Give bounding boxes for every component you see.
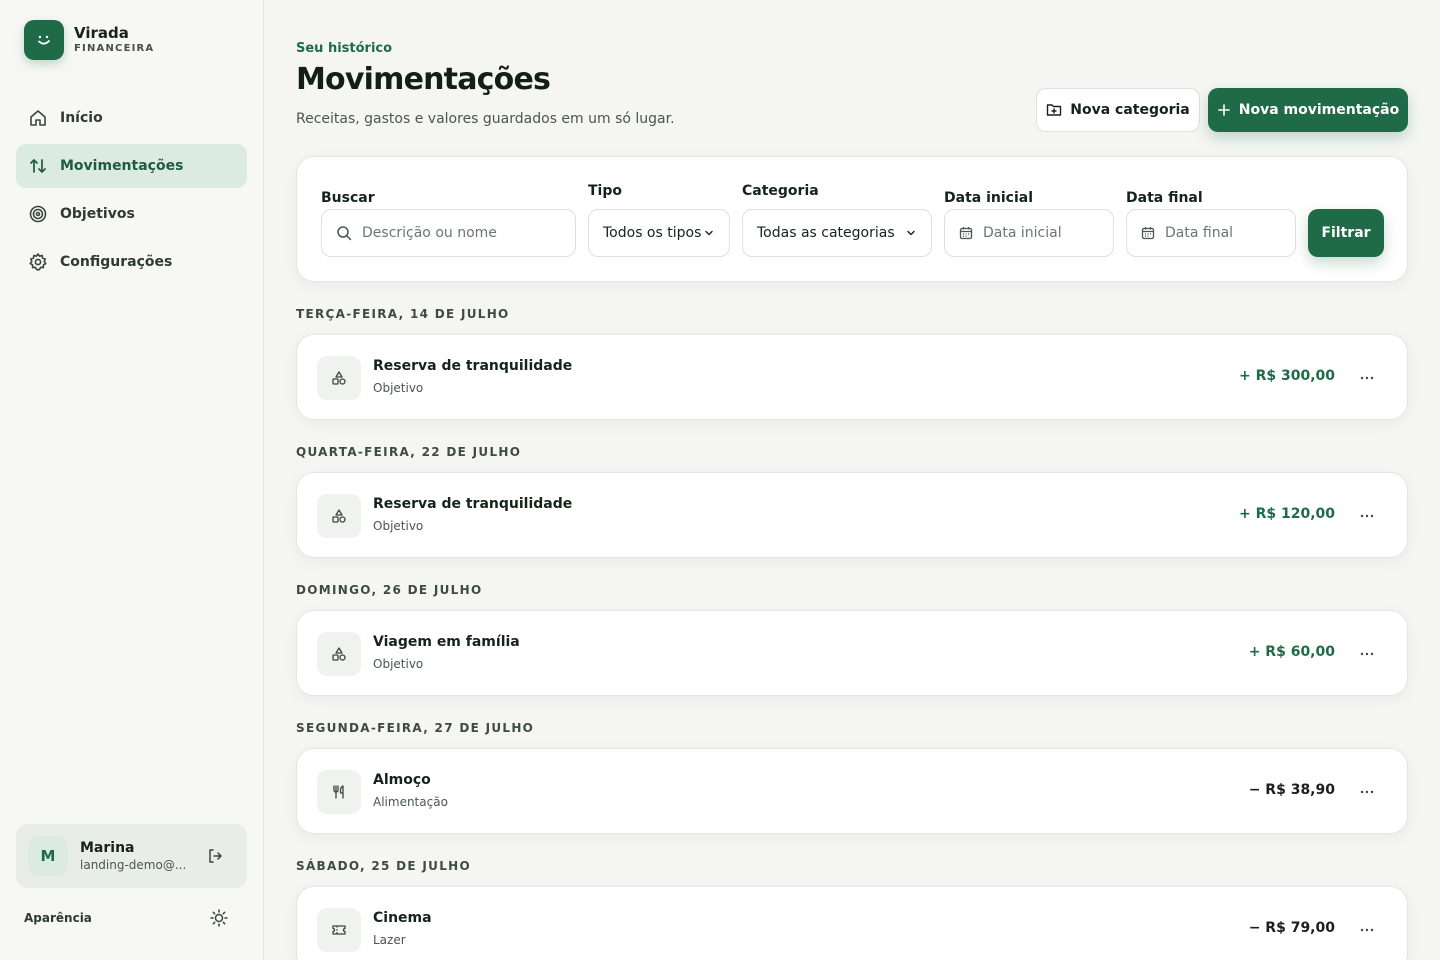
transaction-title: Viagem em família [373, 634, 520, 650]
plus-icon [1217, 103, 1231, 117]
transaction-category: Lazer [373, 933, 406, 947]
search-input[interactable]: Descrição ou nome [321, 209, 576, 257]
transaction-category: Objetivo [373, 519, 424, 533]
type-select[interactable]: Todos os tipos [588, 209, 730, 257]
brand-subtitle: FINANCEIRA [74, 43, 155, 54]
chevron-down-icon [905, 227, 917, 239]
sidebar-item-configuracoes[interactable]: Configurações [16, 240, 247, 284]
sidebar-item-movimentacoes[interactable]: Movimentações [16, 144, 247, 188]
date-heading: Segunda-feira, 27 de julho [296, 721, 535, 735]
more-horizontal-icon[interactable] [1355, 366, 1379, 390]
sun-icon[interactable] [207, 906, 231, 930]
transaction-group: Segunda-feira, 27 de julho Almoço Alimen… [296, 718, 1408, 856]
new-transaction-button[interactable]: Nova movimentação [1208, 88, 1408, 132]
sidebar: Virada FINANCEIRA Início Movimentações O… [0, 0, 264, 960]
more-horizontal-icon[interactable] [1355, 918, 1379, 942]
start-date-input[interactable]: Data inicial [944, 209, 1114, 257]
sidebar-item-label: Movimentações [60, 158, 184, 174]
page-title: Movimentações [296, 62, 551, 97]
transaction-title: Cinema [373, 910, 432, 926]
chevron-down-icon [703, 227, 715, 239]
main-content: Seu histórico Movimentações Receitas, ga… [296, 0, 1408, 960]
transaction-card[interactable]: Almoço Alimentação − R$ 38,90 [296, 748, 1408, 834]
type-value: Todos os tipos [603, 225, 702, 241]
folder-plus-icon [1046, 102, 1062, 118]
sidebar-item-inicio[interactable]: Início [16, 96, 247, 140]
date-heading: Domingo, 26 de julho [296, 583, 483, 597]
type-label: Tipo [588, 183, 622, 199]
transaction-category: Alimentação [373, 795, 448, 809]
user-email: landing-demo@... [80, 858, 187, 872]
category-label: Categoria [742, 183, 819, 199]
brand-name: Virada [74, 24, 129, 42]
transaction-card[interactable]: Reserva de tranquilidade Objetivo + R$ 3… [296, 334, 1408, 420]
smile-face-icon [24, 20, 64, 60]
user-card: M Marina landing-demo@... [16, 824, 247, 888]
more-horizontal-icon[interactable] [1355, 642, 1379, 666]
new-transaction-label: Nova movimentação [1238, 102, 1400, 118]
transaction-category: Objetivo [373, 381, 424, 395]
transaction-card[interactable]: Viagem em família Objetivo + R$ 60,00 [296, 610, 1408, 696]
sidebar-item-objetivos[interactable]: Objetivos [16, 192, 247, 236]
new-category-label: Nova categoria [1070, 102, 1190, 118]
category-value: Todas as categorias [757, 225, 895, 241]
user-name: Marina [80, 840, 135, 856]
end-date-input[interactable]: Data final [1126, 209, 1296, 257]
page-eyebrow: Seu histórico [296, 41, 393, 56]
date-heading: Quarta-feira, 22 de julho [296, 445, 522, 459]
new-category-button[interactable]: Nova categoria [1036, 88, 1200, 132]
transaction-groups: Terça-feira, 14 de julho Reserva de tran… [296, 304, 1408, 960]
transaction-card[interactable]: Cinema Lazer − R$ 79,00 [296, 886, 1408, 960]
transaction-group: Terça-feira, 14 de julho Reserva de tran… [296, 304, 1408, 442]
avatar: M [28, 836, 68, 876]
target-icon [28, 204, 48, 224]
page-subtitle: Receitas, gastos e valores guardados em … [296, 111, 675, 127]
date-heading: Sábado, 25 de julho [296, 859, 472, 873]
home-icon [28, 108, 48, 128]
end-date-label: Data final [1126, 190, 1203, 206]
calendar-icon [1141, 226, 1155, 240]
appearance-row: Aparência [24, 906, 231, 930]
start-date-label: Data inicial [944, 190, 1033, 206]
appearance-label: Aparência [24, 911, 92, 925]
gear-icon [28, 252, 48, 272]
shapes-icon [317, 494, 361, 538]
date-heading: Terça-feira, 14 de julho [296, 307, 510, 321]
transaction-title: Reserva de tranquilidade [373, 496, 573, 512]
filter-card: Buscar Descrição ou nome Tipo Todos os t… [296, 156, 1408, 282]
end-date-placeholder: Data final [1165, 225, 1234, 241]
shapes-icon [317, 356, 361, 400]
start-date-placeholder: Data inicial [983, 225, 1062, 241]
brand[interactable]: Virada FINANCEIRA [24, 20, 154, 60]
more-horizontal-icon[interactable] [1355, 504, 1379, 528]
search-placeholder: Descrição ou nome [362, 225, 497, 241]
filter-button[interactable]: Filtrar [1308, 209, 1384, 257]
transaction-group: Domingo, 26 de julho Viagem em família O… [296, 580, 1408, 718]
transaction-title: Reserva de tranquilidade [373, 358, 573, 374]
search-icon [336, 225, 352, 241]
transaction-amount: + R$ 300,00 [1238, 368, 1335, 384]
sidebar-item-label: Início [60, 110, 103, 126]
transaction-group: Quarta-feira, 22 de julho Reserva de tra… [296, 442, 1408, 580]
sidebar-nav: Início Movimentações Objetivos Configura… [16, 96, 247, 288]
logout-icon[interactable] [203, 844, 227, 868]
utensils-icon [317, 770, 361, 814]
transaction-group: Sábado, 25 de julho Cinema Lazer − R$ 79… [296, 856, 1408, 960]
transaction-amount: − R$ 38,90 [1248, 782, 1335, 798]
transaction-amount: + R$ 120,00 [1238, 506, 1335, 522]
transaction-amount: + R$ 60,00 [1248, 644, 1335, 660]
sidebar-item-label: Objetivos [60, 206, 135, 222]
transaction-card[interactable]: Reserva de tranquilidade Objetivo + R$ 1… [296, 472, 1408, 558]
transaction-category: Objetivo [373, 657, 424, 671]
transaction-title: Almoço [373, 772, 431, 788]
transaction-amount: − R$ 79,00 [1248, 920, 1335, 936]
search-label: Buscar [321, 190, 375, 206]
ticket-icon [317, 908, 361, 952]
category-select[interactable]: Todas as categorias [742, 209, 932, 257]
more-horizontal-icon[interactable] [1355, 780, 1379, 804]
shapes-icon [317, 632, 361, 676]
arrows-up-down-icon [28, 156, 48, 176]
sidebar-item-label: Configurações [60, 254, 173, 270]
calendar-icon [959, 226, 973, 240]
